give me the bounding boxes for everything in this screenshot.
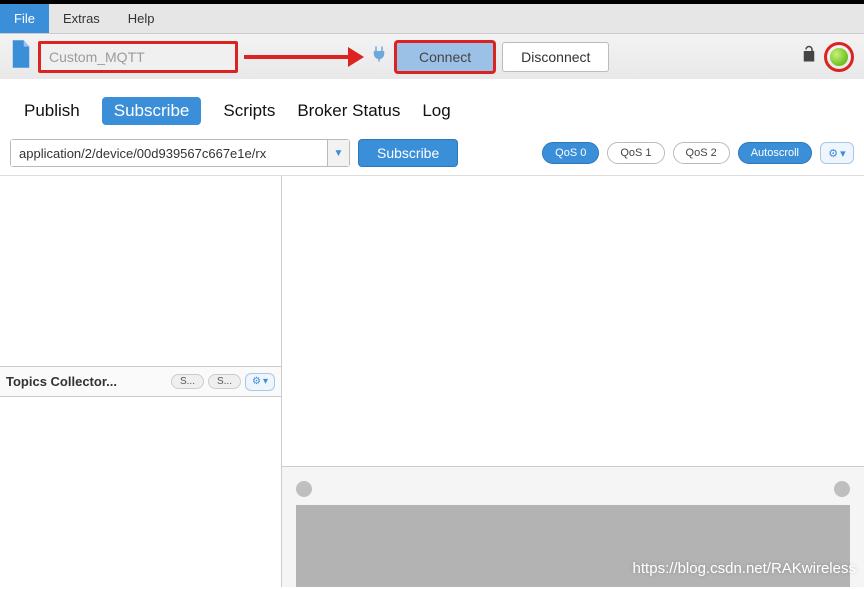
plug-icon <box>370 45 388 68</box>
annotation-arrow <box>244 41 364 73</box>
menu-file[interactable]: File <box>0 4 49 33</box>
placeholder-dot-icon <box>296 481 312 497</box>
tab-log[interactable]: Log <box>422 101 450 121</box>
connection-status-indicator <box>824 42 854 72</box>
qos0-pill[interactable]: QoS 0 <box>542 142 599 164</box>
topics-collector-title: Topics Collector... <box>6 374 167 389</box>
right-column <box>282 176 864 587</box>
content-area: Topics Collector... S... S... ⚙▾ <box>0 175 864 587</box>
topics-collector-stop[interactable]: S... <box>208 374 241 389</box>
subscriptions-list <box>0 176 281 367</box>
subscribe-button[interactable]: Subscribe <box>358 139 458 167</box>
menubar: File Extras Help <box>0 4 864 34</box>
gear-icon: ⚙ <box>252 376 261 387</box>
settings-dropdown[interactable]: ⚙▾ <box>820 142 854 164</box>
menu-extras[interactable]: Extras <box>49 4 114 33</box>
subscribe-toolbar: ▼ Subscribe QoS 0 QoS 1 QoS 2 Autoscroll… <box>0 135 864 175</box>
topics-collector-header: Topics Collector... S... S... ⚙▾ <box>0 367 281 397</box>
unlock-icon <box>800 45 818 68</box>
tab-subscribe[interactable]: Subscribe <box>102 97 202 125</box>
connect-button[interactable]: Connect <box>394 40 496 74</box>
message-detail-panel <box>282 467 864 587</box>
qos1-pill[interactable]: QoS 1 <box>607 142 664 164</box>
qos2-pill[interactable]: QoS 2 <box>673 142 730 164</box>
message-payload-placeholder <box>296 505 850 587</box>
tab-scripts[interactable]: Scripts <box>223 101 275 121</box>
connection-name-input[interactable]: Custom_MQTT <box>38 41 238 73</box>
document-icon <box>10 40 32 73</box>
autoscroll-pill[interactable]: Autoscroll <box>738 142 812 164</box>
disconnect-button[interactable]: Disconnect <box>502 42 609 72</box>
topic-input[interactable] <box>11 140 327 166</box>
gear-icon: ⚙ <box>828 147 838 160</box>
chevron-down-icon[interactable]: ▼ <box>327 140 349 166</box>
topics-collector-scan[interactable]: S... <box>171 374 204 389</box>
status-dot-icon <box>830 48 848 66</box>
connection-bar: Custom_MQTT Connect Disconnect <box>0 34 864 79</box>
topics-collector-settings[interactable]: ⚙▾ <box>245 373 275 391</box>
placeholder-dot-icon <box>834 481 850 497</box>
topic-combobox[interactable]: ▼ <box>10 139 350 167</box>
main-tabs: Publish Subscribe Scripts Broker Status … <box>0 79 864 135</box>
topics-collector-list <box>0 397 281 587</box>
tab-publish[interactable]: Publish <box>24 101 80 121</box>
tab-broker-status[interactable]: Broker Status <box>297 101 400 121</box>
messages-list <box>282 176 864 467</box>
left-column: Topics Collector... S... S... ⚙▾ <box>0 176 282 587</box>
menu-help[interactable]: Help <box>114 4 169 33</box>
connection-name-placeholder: Custom_MQTT <box>49 49 145 65</box>
